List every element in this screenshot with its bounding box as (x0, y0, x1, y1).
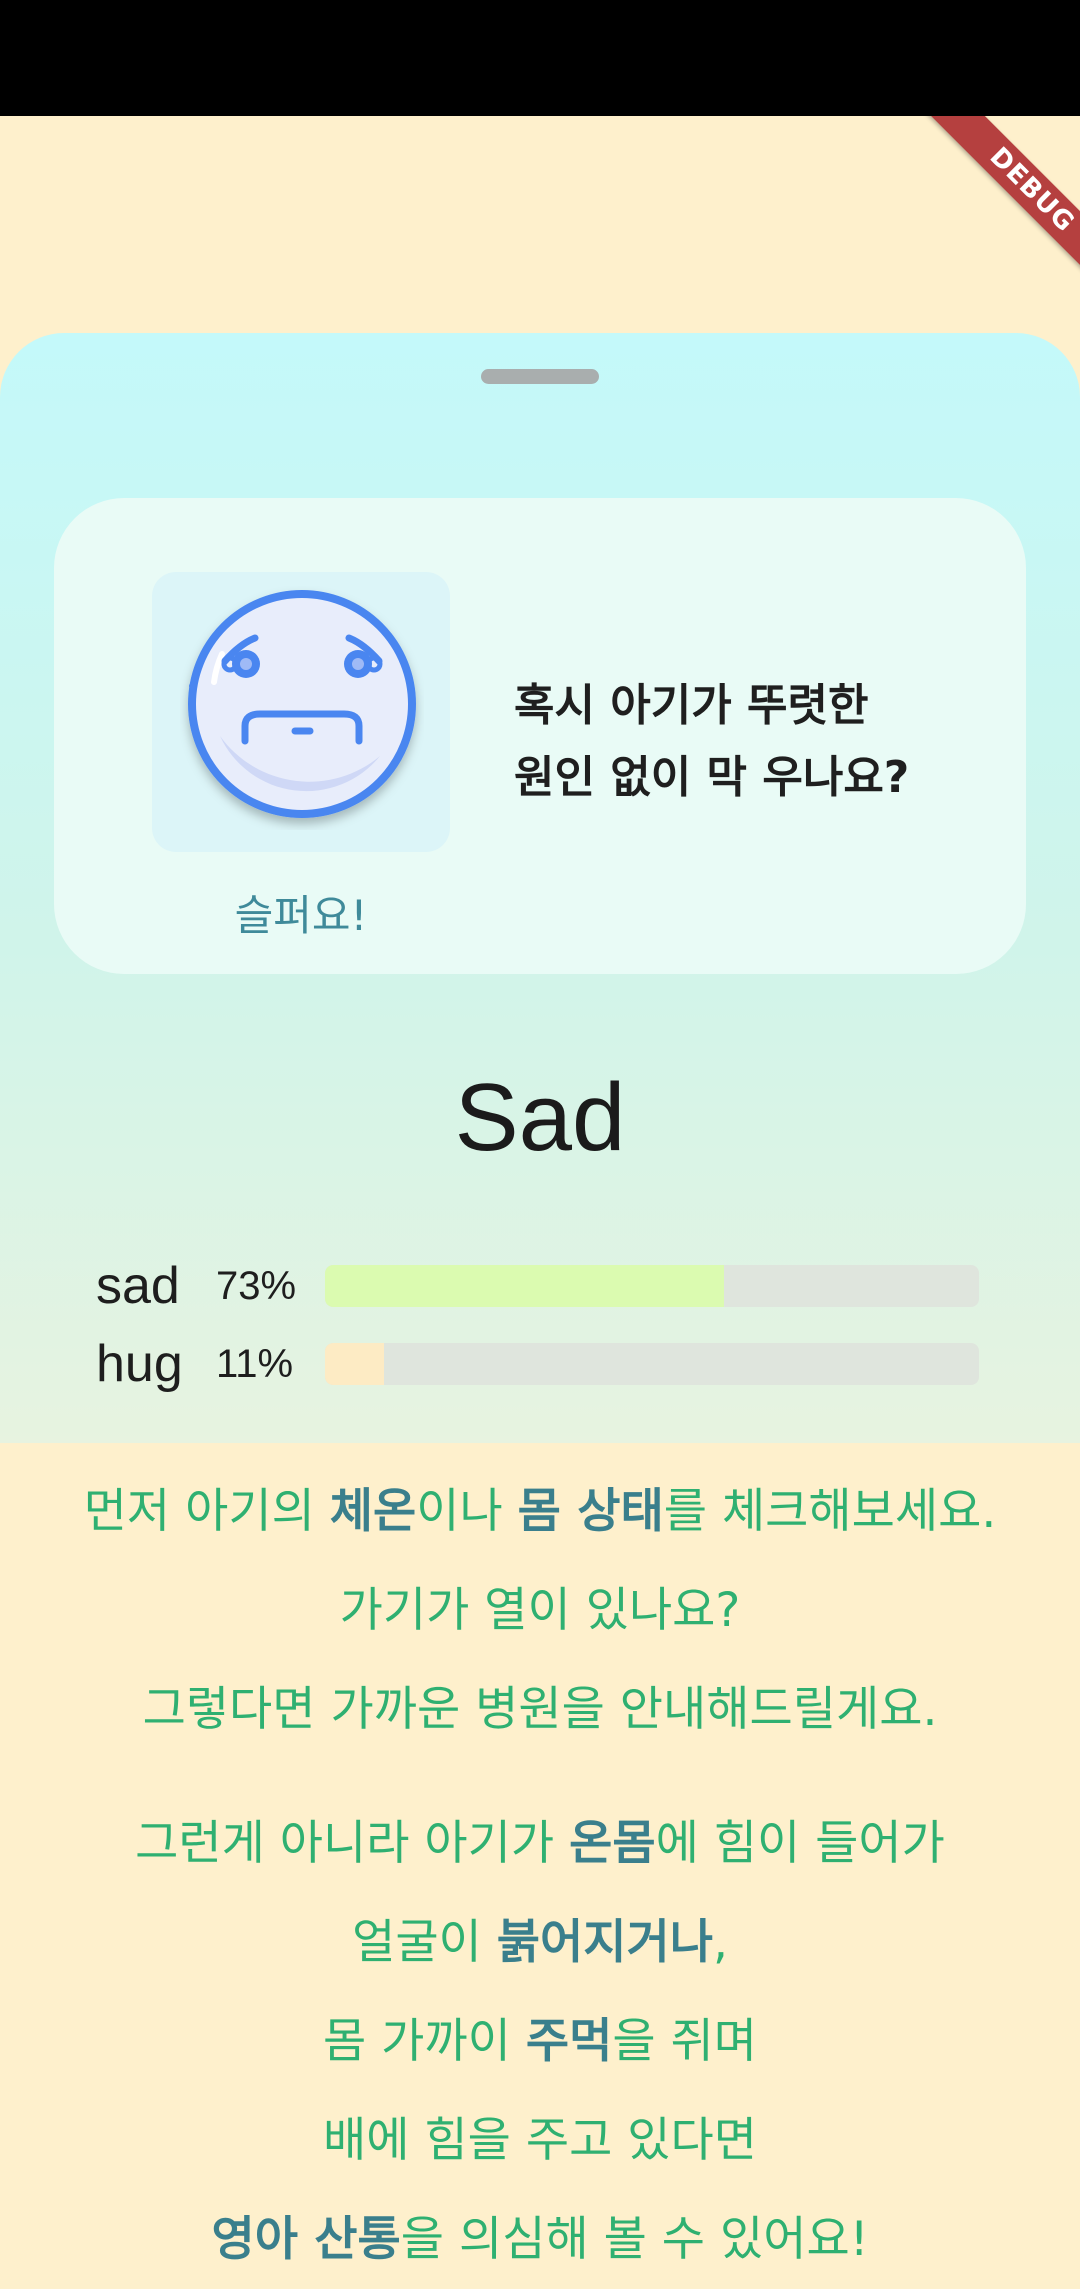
bar-track (325, 1343, 979, 1385)
emotion-card: 슬퍼요! 혹시 아기가 뚜렷한 원인 없이 막 우나요? (54, 498, 1026, 974)
guide-line: 배에 힘을 주고 있다면 (323, 2113, 757, 2168)
status-bar (0, 0, 1080, 116)
guide-line: 먼저 아기의 체온이나 몸 상태를 체크해보세요. (83, 1484, 997, 1539)
guide-line: 얼굴이 붉어지거나, (352, 1915, 728, 1970)
bar-percent: 73% (216, 1264, 297, 1308)
bar-percent: 11% (216, 1342, 294, 1386)
emotion-bar-sad: sad 73% (96, 1256, 984, 1316)
bar-label: sad (96, 1257, 180, 1315)
emoji-container (152, 572, 450, 852)
question-line-1: 혹시 아기가 뚜렷한 (514, 680, 869, 731)
sheet-drag-handle[interactable] (481, 369, 599, 384)
guide-line: 그렇다면 가까운 병원을 안내해드릴게요. (142, 1682, 938, 1737)
bar-fill (325, 1265, 724, 1307)
guide-line: 가기가 열이 있나요? (339, 1583, 741, 1638)
bar-track (325, 1265, 979, 1307)
guide-line: 그런게 아니라 아기가 온몸에 힘이 들어가 (135, 1816, 945, 1871)
sad-face-icon (188, 590, 416, 818)
card-question: 혹시 아기가 뚜렷한 원인 없이 막 우나요? (514, 670, 994, 814)
guide-paragraph-1: 먼저 아기의 체온이나 몸 상태를 체크해보세요. 가기가 열이 있나요? 그렇… (0, 1462, 1080, 1759)
question-line-2: 원인 없이 막 우나요? (514, 752, 910, 803)
guide-line: 몸 가까이 주먹을 쥐며 (323, 2014, 757, 2069)
guide-line: 영아 산통을 의심해 볼 수 있어요! (211, 2212, 869, 2267)
bar-fill (325, 1343, 384, 1385)
guide-paragraph-2: 그런게 아니라 아기가 온몸에 힘이 들어가 얼굴이 붉어지거나, 몸 가까이 … (0, 1794, 1080, 2289)
bar-label: hug (96, 1335, 183, 1393)
emotion-bar-hug: hug 11% (96, 1334, 984, 1394)
emoji-label: 슬퍼요! (234, 891, 368, 940)
emotion-title: Sad (454, 1064, 626, 1171)
